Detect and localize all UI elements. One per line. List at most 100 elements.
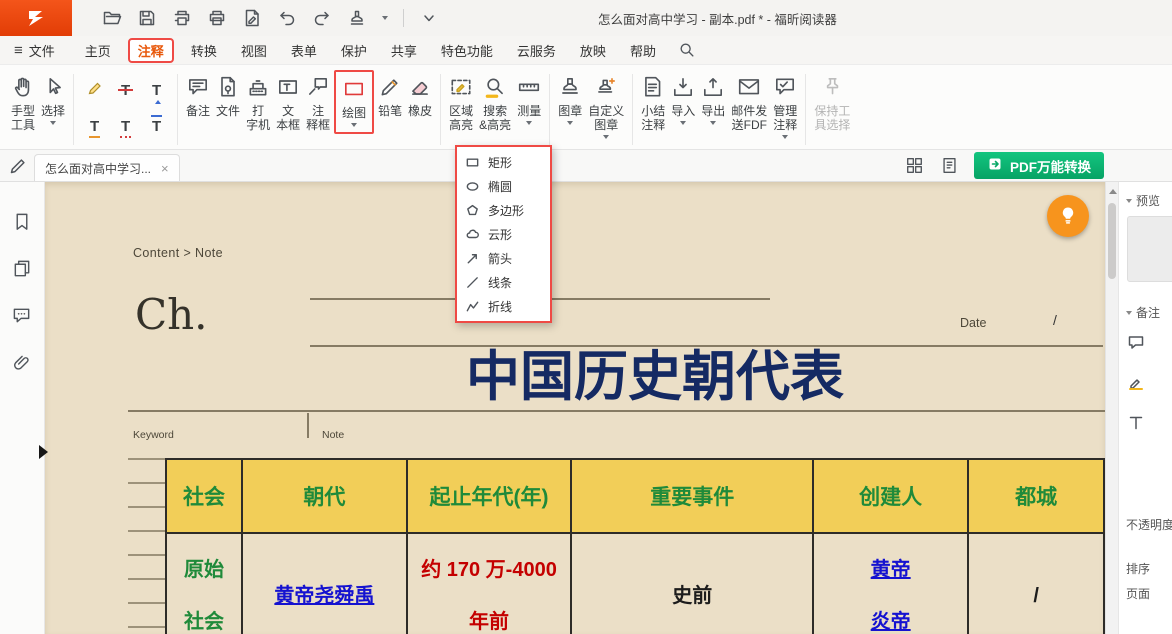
print-icon[interactable] xyxy=(172,8,192,28)
notebook-tick-line xyxy=(128,506,165,508)
pages-icon[interactable] xyxy=(12,259,32,279)
scroll-up-arrow-icon[interactable] xyxy=(1109,189,1117,194)
draw-button[interactable]: 绘图 xyxy=(339,72,369,132)
comments-panel-icon[interactable] xyxy=(12,306,32,326)
menu-item-rectangle[interactable]: 矩形 xyxy=(457,150,550,174)
email-fdf-button[interactable]: 邮件发 送FDF xyxy=(728,70,770,134)
sidebar-expand-handle[interactable] xyxy=(39,445,48,459)
tab-help[interactable]: 帮助 xyxy=(620,38,666,63)
ruler-icon xyxy=(517,72,541,102)
attachment-paperclip-icon[interactable] xyxy=(12,353,32,373)
header-period: 起止年代(年) xyxy=(407,459,572,533)
text-style-icon[interactable] xyxy=(1127,414,1145,432)
strikethrough-text-button[interactable] xyxy=(121,83,130,98)
menu-item-ellipse[interactable]: 椭圆 xyxy=(457,174,550,198)
tips-lightbulb-button[interactable] xyxy=(1047,195,1089,237)
foxit-logo xyxy=(0,0,72,36)
underline-text-button[interactable] xyxy=(90,119,99,134)
cell-society: 原始 社会 xyxy=(166,533,242,634)
founder-link[interactable]: 黄帝 xyxy=(814,544,967,596)
typewriter-button[interactable]: 打 字机 xyxy=(243,70,273,134)
export-label: 导出 xyxy=(701,104,725,118)
pushpin-icon xyxy=(820,72,844,102)
eraser-button[interactable]: 橡皮 xyxy=(405,70,435,120)
custom-stamp-button[interactable]: 自定义 图章 xyxy=(585,70,627,144)
open-folder-icon[interactable] xyxy=(102,8,122,28)
preview-section-toggle[interactable]: 预览 xyxy=(1126,192,1160,209)
close-tab-icon[interactable]: × xyxy=(161,161,169,176)
founder-link[interactable]: 炎帝 xyxy=(814,596,967,634)
search-highlight-button[interactable]: 搜索 &高亮 xyxy=(476,70,514,134)
menu-item-polygon[interactable]: 多边形 xyxy=(457,198,550,222)
bookmark-icon[interactable] xyxy=(12,212,32,232)
dynasty-link[interactable]: 黄帝尧舜禹 xyxy=(243,570,406,622)
menu-item-arrow[interactable]: 箭头 xyxy=(457,246,550,270)
insert-text-button[interactable] xyxy=(152,83,161,98)
select-tool-button[interactable]: 选择 xyxy=(38,70,68,130)
hand-tool-button[interactable]: 手型 工具 xyxy=(8,70,38,134)
tab-form[interactable]: 表单 xyxy=(281,38,327,63)
highlight-style-icon[interactable] xyxy=(1127,374,1145,392)
tab-share[interactable]: 共享 xyxy=(381,38,427,63)
preview-section-label: 预览 xyxy=(1136,192,1160,209)
pencil-button[interactable]: 铅笔 xyxy=(375,70,405,120)
note-style-icon[interactable] xyxy=(1127,334,1145,352)
file-menu-button[interactable]: 文件 xyxy=(14,41,55,60)
measure-button[interactable]: 测量 xyxy=(514,70,544,130)
customize-toolbar-icon[interactable] xyxy=(419,8,439,28)
textbox-icon xyxy=(276,72,300,102)
tab-home[interactable]: 主页 xyxy=(75,38,121,63)
stamp-tool-icon[interactable] xyxy=(347,8,367,28)
app-window: 怎么面对高中学习 - 副本.pdf * - 福昕阅读器 文件 主页 注释 转换 … xyxy=(0,0,1172,634)
text-markup-group xyxy=(79,72,172,144)
document-tab[interactable]: 怎么面对高中学习... × xyxy=(34,154,180,181)
page-view-icon[interactable] xyxy=(939,156,959,176)
tab-convert[interactable]: 转换 xyxy=(181,38,227,63)
annotate-pencil-icon[interactable] xyxy=(8,156,28,176)
undo-icon[interactable] xyxy=(277,8,297,28)
save-icon[interactable] xyxy=(137,8,157,28)
vertical-scrollbar[interactable] xyxy=(1105,182,1118,634)
area-highlight-button[interactable]: 区域 高亮 xyxy=(446,70,476,134)
manage-comments-button[interactable]: 管理 注释 xyxy=(770,70,800,144)
highlight-text-button[interactable] xyxy=(86,79,104,102)
quick-print-icon[interactable] xyxy=(207,8,227,28)
stamp-button[interactable]: 图章 xyxy=(555,70,585,130)
search-highlight-label: 搜索 &高亮 xyxy=(479,104,511,132)
redo-icon[interactable] xyxy=(312,8,332,28)
grid-view-icon[interactable] xyxy=(904,156,924,176)
file-attachment-button[interactable]: 文件 xyxy=(213,70,243,120)
dynasty-table: 社会 朝代 起止年代(年) 重要事件 创建人 都城 原始 社会 黄帝尧舜禹 xyxy=(165,458,1105,634)
menu-item-cloud[interactable]: 云形 xyxy=(457,222,550,246)
scrollbar-thumb[interactable] xyxy=(1108,203,1116,279)
textbox-button[interactable]: 文 本框 xyxy=(273,70,303,134)
preview-thumbnail xyxy=(1127,216,1172,282)
export-comments-button[interactable]: 导出 xyxy=(698,70,728,130)
tab-view[interactable]: 视图 xyxy=(231,38,277,63)
tab-cloud[interactable]: 云服务 xyxy=(507,38,566,63)
note-button[interactable]: 备注 xyxy=(183,70,213,120)
squiggly-text-button[interactable] xyxy=(121,119,130,134)
menu-item-polyline[interactable]: 折线 xyxy=(457,294,550,318)
menu-item-line[interactable]: 线条 xyxy=(457,270,550,294)
caret-down-icon xyxy=(351,123,357,130)
edit-document-icon[interactable] xyxy=(242,8,262,28)
tab-comment-active[interactable]: 注释 xyxy=(128,38,174,63)
tab-protect[interactable]: 保护 xyxy=(331,38,377,63)
search-icon[interactable] xyxy=(678,41,696,59)
pdf-convert-button[interactable]: PDF万能转换 xyxy=(974,152,1104,179)
table-row: 原始 社会 黄帝尧舜禹 约 170 万-4000 年前 史前 黄帝 xyxy=(166,533,1104,634)
tab-present[interactable]: 放映 xyxy=(570,38,616,63)
pencil-icon xyxy=(378,72,402,102)
caret-down-icon[interactable] xyxy=(382,16,388,23)
ribbon-divider xyxy=(73,74,74,145)
import-comments-button[interactable]: 导入 xyxy=(668,70,698,130)
summarize-comments-button[interactable]: 小结 注释 xyxy=(638,70,668,134)
cell-period: 约 170 万-4000 年前 xyxy=(407,533,572,634)
tab-features[interactable]: 特色功能 xyxy=(431,38,503,63)
notes-section-toggle[interactable]: 备注 xyxy=(1126,304,1160,321)
replace-text-button[interactable] xyxy=(152,119,161,134)
export-icon xyxy=(701,72,725,102)
callout-button[interactable]: 注 释框 xyxy=(303,70,333,134)
table-header-row: 社会 朝代 起止年代(年) 重要事件 创建人 都城 xyxy=(166,459,1104,533)
